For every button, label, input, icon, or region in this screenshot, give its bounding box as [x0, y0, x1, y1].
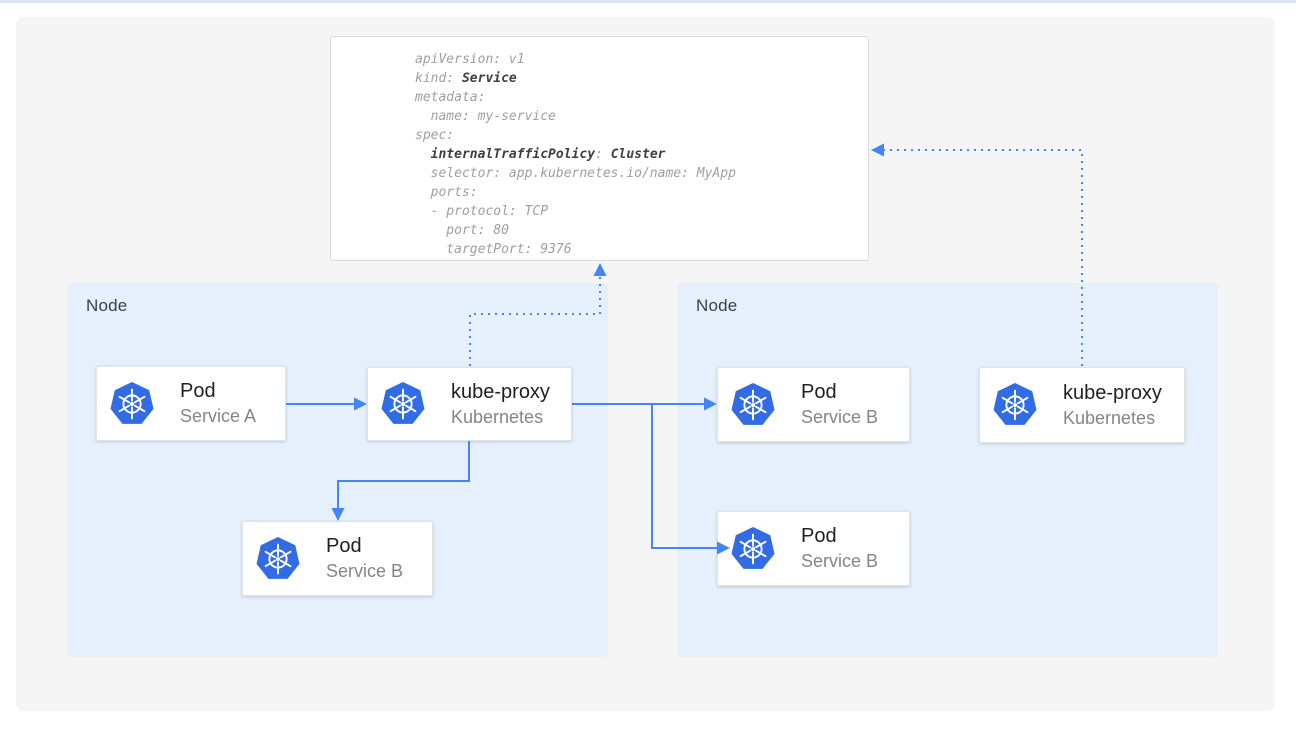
card-pod-service-b-left: Pod Service B: [242, 521, 433, 596]
yaml-line: apiVersion: v1: [415, 50, 868, 69]
card-pod-service-b-top-right: Pod Service B: [717, 367, 910, 442]
card-title: Pod: [326, 533, 403, 559]
card-title: Pod: [801, 379, 878, 405]
yaml-line: targetPort: 9376: [415, 240, 868, 259]
node-label: Node: [86, 296, 127, 316]
node-label: Node: [696, 296, 737, 316]
card-subtitle: Service B: [801, 549, 878, 574]
card-subtitle: Service B: [326, 559, 403, 584]
diagram-canvas: Node Node apiVersion: v1 kind: Service m…: [0, 0, 1296, 729]
kubernetes-icon: [380, 381, 426, 427]
card-subtitle: Kubernetes: [451, 405, 550, 430]
yaml-line: ports:: [415, 183, 868, 202]
card-subtitle: Service A: [180, 404, 256, 429]
service-yaml-card: apiVersion: v1 kind: Service metadata: n…: [330, 36, 869, 261]
kubernetes-icon: [992, 382, 1038, 428]
node-box-left: Node: [67, 283, 608, 657]
card-kube-proxy-right: kube-proxy Kubernetes: [979, 367, 1185, 443]
yaml-line: - protocol: TCP: [415, 202, 868, 221]
card-title: Pod: [180, 378, 256, 404]
yaml-line: name: my-service: [415, 107, 868, 126]
yaml-line: port: 80: [415, 221, 868, 240]
card-pod-service-a: Pod Service A: [96, 366, 286, 441]
node-box-right: Node: [677, 283, 1218, 657]
yaml-line: internalTrafficPolicy: Cluster: [415, 145, 868, 164]
kubernetes-icon: [730, 382, 776, 428]
card-title: Pod: [801, 523, 878, 549]
kubernetes-icon: [109, 381, 155, 427]
kubernetes-icon: [255, 536, 301, 582]
card-pod-service-b-bottom-right: Pod Service B: [717, 511, 910, 586]
card-title: kube-proxy: [1063, 380, 1162, 406]
yaml-line: selector: app.kubernetes.io/name: MyApp: [415, 164, 868, 183]
yaml-line: metadata:: [415, 88, 868, 107]
top-accent-line: [0, 0, 1296, 3]
card-subtitle: Kubernetes: [1063, 406, 1162, 431]
card-title: kube-proxy: [451, 379, 550, 405]
kubernetes-icon: [730, 526, 776, 572]
yaml-line: kind: Service: [415, 69, 868, 88]
card-subtitle: Service B: [801, 405, 878, 430]
card-kube-proxy-left: kube-proxy Kubernetes: [367, 367, 572, 441]
yaml-line: spec:: [415, 126, 868, 145]
